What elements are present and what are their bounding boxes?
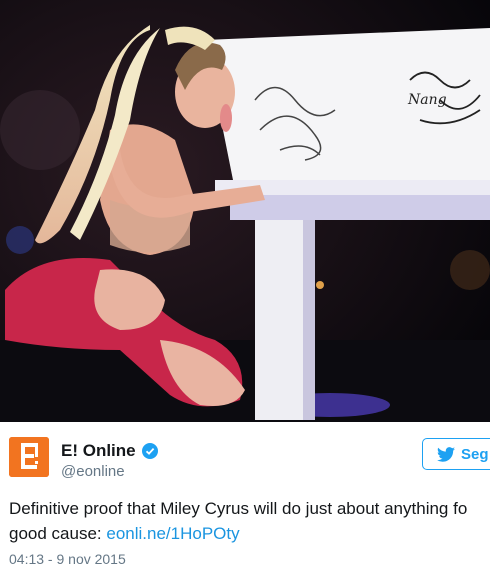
tweet-text-prefix: good cause: [9, 524, 107, 543]
tweet-text-line-1: Definitive proof that Miley Cyrus will d… [9, 499, 468, 518]
twitter-bird-icon [437, 446, 455, 462]
tweet-timestamp[interactable]: 04:13 - 9 nov 2015 [9, 551, 126, 567]
tweet-photo[interactable]: Nang [0, 0, 490, 422]
follow-label: Seg [461, 445, 489, 463]
tweet-link[interactable]: eonli.ne/1HoPOty [106, 524, 239, 543]
avatar[interactable] [9, 437, 49, 477]
signature-text: Nang [407, 92, 447, 108]
tweet-text-line-2: good cause: eonli.ne/1HoPOty [9, 521, 490, 546]
follow-button[interactable]: Seg [422, 438, 490, 470]
verified-badge-icon [141, 443, 158, 459]
display-name-text[interactable]: E! Online [61, 441, 136, 461]
tweet-card: E! Online @eonline Seg Definitive proof … [0, 422, 490, 578]
piano-leg [255, 220, 303, 420]
piano-lid [205, 28, 490, 190]
tweet-text: Definitive proof that Miley Cyrus will d… [9, 496, 490, 546]
user-handle[interactable]: @eonline [61, 463, 125, 480]
display-name[interactable]: E! Online [61, 441, 158, 461]
